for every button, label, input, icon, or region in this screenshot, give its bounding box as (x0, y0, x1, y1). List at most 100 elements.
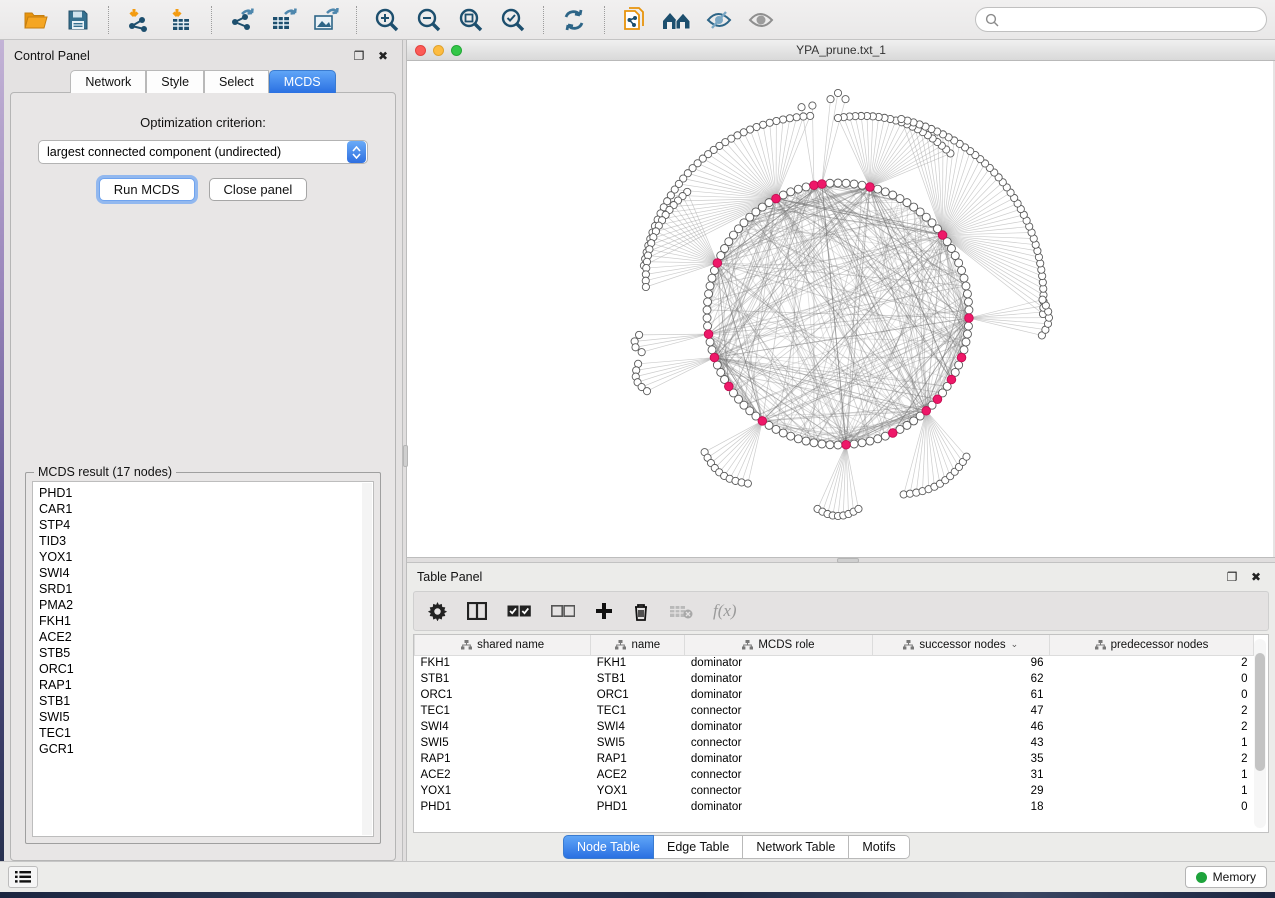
ring-node[interactable] (834, 179, 842, 187)
leaf-node[interactable] (807, 112, 814, 119)
ring-node[interactable] (703, 306, 711, 314)
leaf-node[interactable] (779, 116, 786, 123)
ring-node[interactable] (810, 439, 818, 447)
mcds-hub-node[interactable] (772, 194, 781, 203)
hide-selected-button[interactable] (701, 4, 737, 36)
cell-successor-nodes[interactable]: 29 (872, 783, 1049, 799)
leaf-node[interactable] (643, 388, 650, 395)
new-network-from-selection-button[interactable] (617, 4, 653, 36)
cell-MCDS-role[interactable]: connector (685, 783, 872, 799)
cell-shared-name[interactable]: SWI4 (415, 719, 591, 735)
ring-node[interactable] (964, 322, 972, 330)
tab-motifs[interactable]: Motifs (849, 835, 909, 859)
cell-MCDS-role[interactable]: dominator (685, 799, 872, 815)
first-neighbors-button[interactable] (659, 4, 695, 36)
cell-predecessor-nodes[interactable]: 2 (1049, 751, 1253, 767)
leaf-node[interactable] (786, 115, 793, 122)
leaf-node[interactable] (963, 453, 970, 460)
cell-predecessor-nodes[interactable]: 1 (1049, 767, 1253, 783)
delete-column-icon[interactable] (633, 602, 649, 621)
table-row[interactable]: FKH1FKH1dominator962 (415, 655, 1254, 671)
cell-name[interactable]: ACE2 (591, 767, 685, 783)
leaf-node[interactable] (855, 505, 862, 512)
cell-shared-name[interactable]: ACE2 (415, 767, 591, 783)
leaf-node[interactable] (773, 117, 780, 124)
column-header-MCDS-role[interactable]: MCDS role (685, 635, 872, 655)
cell-shared-name[interactable]: STB1 (415, 671, 591, 687)
leaf-node[interactable] (827, 96, 834, 103)
ring-node[interactable] (963, 290, 971, 298)
task-history-button[interactable] (8, 866, 38, 888)
cell-MCDS-role[interactable]: connector (685, 767, 872, 783)
ring-node[interactable] (704, 298, 712, 306)
mcds-hub-node[interactable] (710, 353, 719, 362)
mcds-hub-node[interactable] (965, 314, 974, 323)
leaf-node[interactable] (642, 283, 649, 290)
column-header-successor-nodes[interactable]: successor nodes⌄ (872, 635, 1049, 655)
leaf-node[interactable] (632, 344, 639, 351)
ring-node[interactable] (964, 298, 972, 306)
ring-node[interactable] (708, 274, 716, 282)
result-node-item[interactable]: STB5 (39, 645, 373, 661)
cell-shared-name[interactable]: YOX1 (415, 783, 591, 799)
result-node-item[interactable]: PMA2 (39, 597, 373, 613)
mcds-hub-node[interactable] (866, 183, 875, 192)
leaf-node[interactable] (744, 480, 751, 487)
cell-predecessor-nodes[interactable]: 2 (1049, 703, 1253, 719)
leaf-node[interactable] (809, 102, 816, 109)
ring-node[interactable] (958, 266, 966, 274)
table-row[interactable]: RAP1RAP1dominator352 (415, 751, 1254, 767)
ring-node[interactable] (779, 429, 787, 437)
ring-node[interactable] (955, 259, 963, 267)
result-node-item[interactable]: SRD1 (39, 581, 373, 597)
leaf-node[interactable] (638, 349, 645, 356)
ring-node[interactable] (874, 435, 882, 443)
result-node-item[interactable]: STB1 (39, 693, 373, 709)
close-panel-button[interactable]: Close panel (209, 178, 308, 201)
cell-predecessor-nodes[interactable]: 0 (1049, 687, 1253, 703)
cell-MCDS-role[interactable]: connector (685, 735, 872, 751)
tab-style[interactable]: Style (146, 70, 204, 93)
ring-node[interactable] (705, 290, 713, 298)
result-node-item[interactable]: ACE2 (39, 629, 373, 645)
zoom-in-button[interactable] (369, 4, 405, 36)
cell-MCDS-role[interactable]: dominator (685, 687, 872, 703)
cell-name[interactable]: RAP1 (591, 751, 685, 767)
leaf-node[interactable] (800, 113, 807, 120)
tab-node-table[interactable]: Node Table (563, 835, 654, 859)
column-header-predecessor-nodes[interactable]: predecessor nodes (1049, 635, 1253, 655)
open-session-button[interactable] (18, 4, 54, 36)
ring-node[interactable] (802, 437, 810, 445)
cell-shared-name[interactable]: TEC1 (415, 703, 591, 719)
ring-node[interactable] (874, 185, 882, 193)
network-graph-canvas[interactable] (407, 61, 1273, 557)
tab-network[interactable]: Network (70, 70, 146, 93)
mcds-hub-node[interactable] (922, 407, 931, 416)
mcds-hub-node[interactable] (957, 353, 966, 362)
scrollbar-thumb[interactable] (1255, 653, 1265, 771)
cell-predecessor-nodes[interactable]: 2 (1049, 655, 1253, 671)
table-row[interactable]: SWI5SWI5connector431 (415, 735, 1254, 751)
criterion-dropdown[interactable]: largest connected component (undirected) (38, 140, 368, 164)
ring-node[interactable] (842, 179, 850, 187)
ring-node[interactable] (826, 441, 834, 449)
ring-node[interactable] (858, 439, 866, 447)
vertical-splitter[interactable] (402, 40, 407, 861)
cell-name[interactable]: SWI4 (591, 719, 685, 735)
cell-MCDS-role[interactable]: connector (685, 703, 872, 719)
table-row[interactable]: YOX1YOX1connector291 (415, 783, 1254, 799)
search-box[interactable] (975, 7, 1267, 32)
leaf-node[interactable] (798, 104, 805, 111)
ring-node[interactable] (706, 338, 714, 346)
zoom-selected-button[interactable] (495, 4, 531, 36)
table-row[interactable]: SWI4SWI4dominator462 (415, 719, 1254, 735)
cell-name[interactable]: PHD1 (591, 799, 685, 815)
leaf-node[interactable] (766, 119, 773, 126)
result-node-item[interactable]: PHD1 (39, 485, 373, 501)
cell-MCDS-role[interactable]: dominator (685, 671, 872, 687)
import-table-button[interactable] (163, 4, 199, 36)
leaf-node[interactable] (793, 114, 800, 121)
result-node-item[interactable]: FKH1 (39, 613, 373, 629)
zoom-fit-button[interactable] (453, 4, 489, 36)
settings-gear-icon[interactable] (428, 602, 447, 621)
